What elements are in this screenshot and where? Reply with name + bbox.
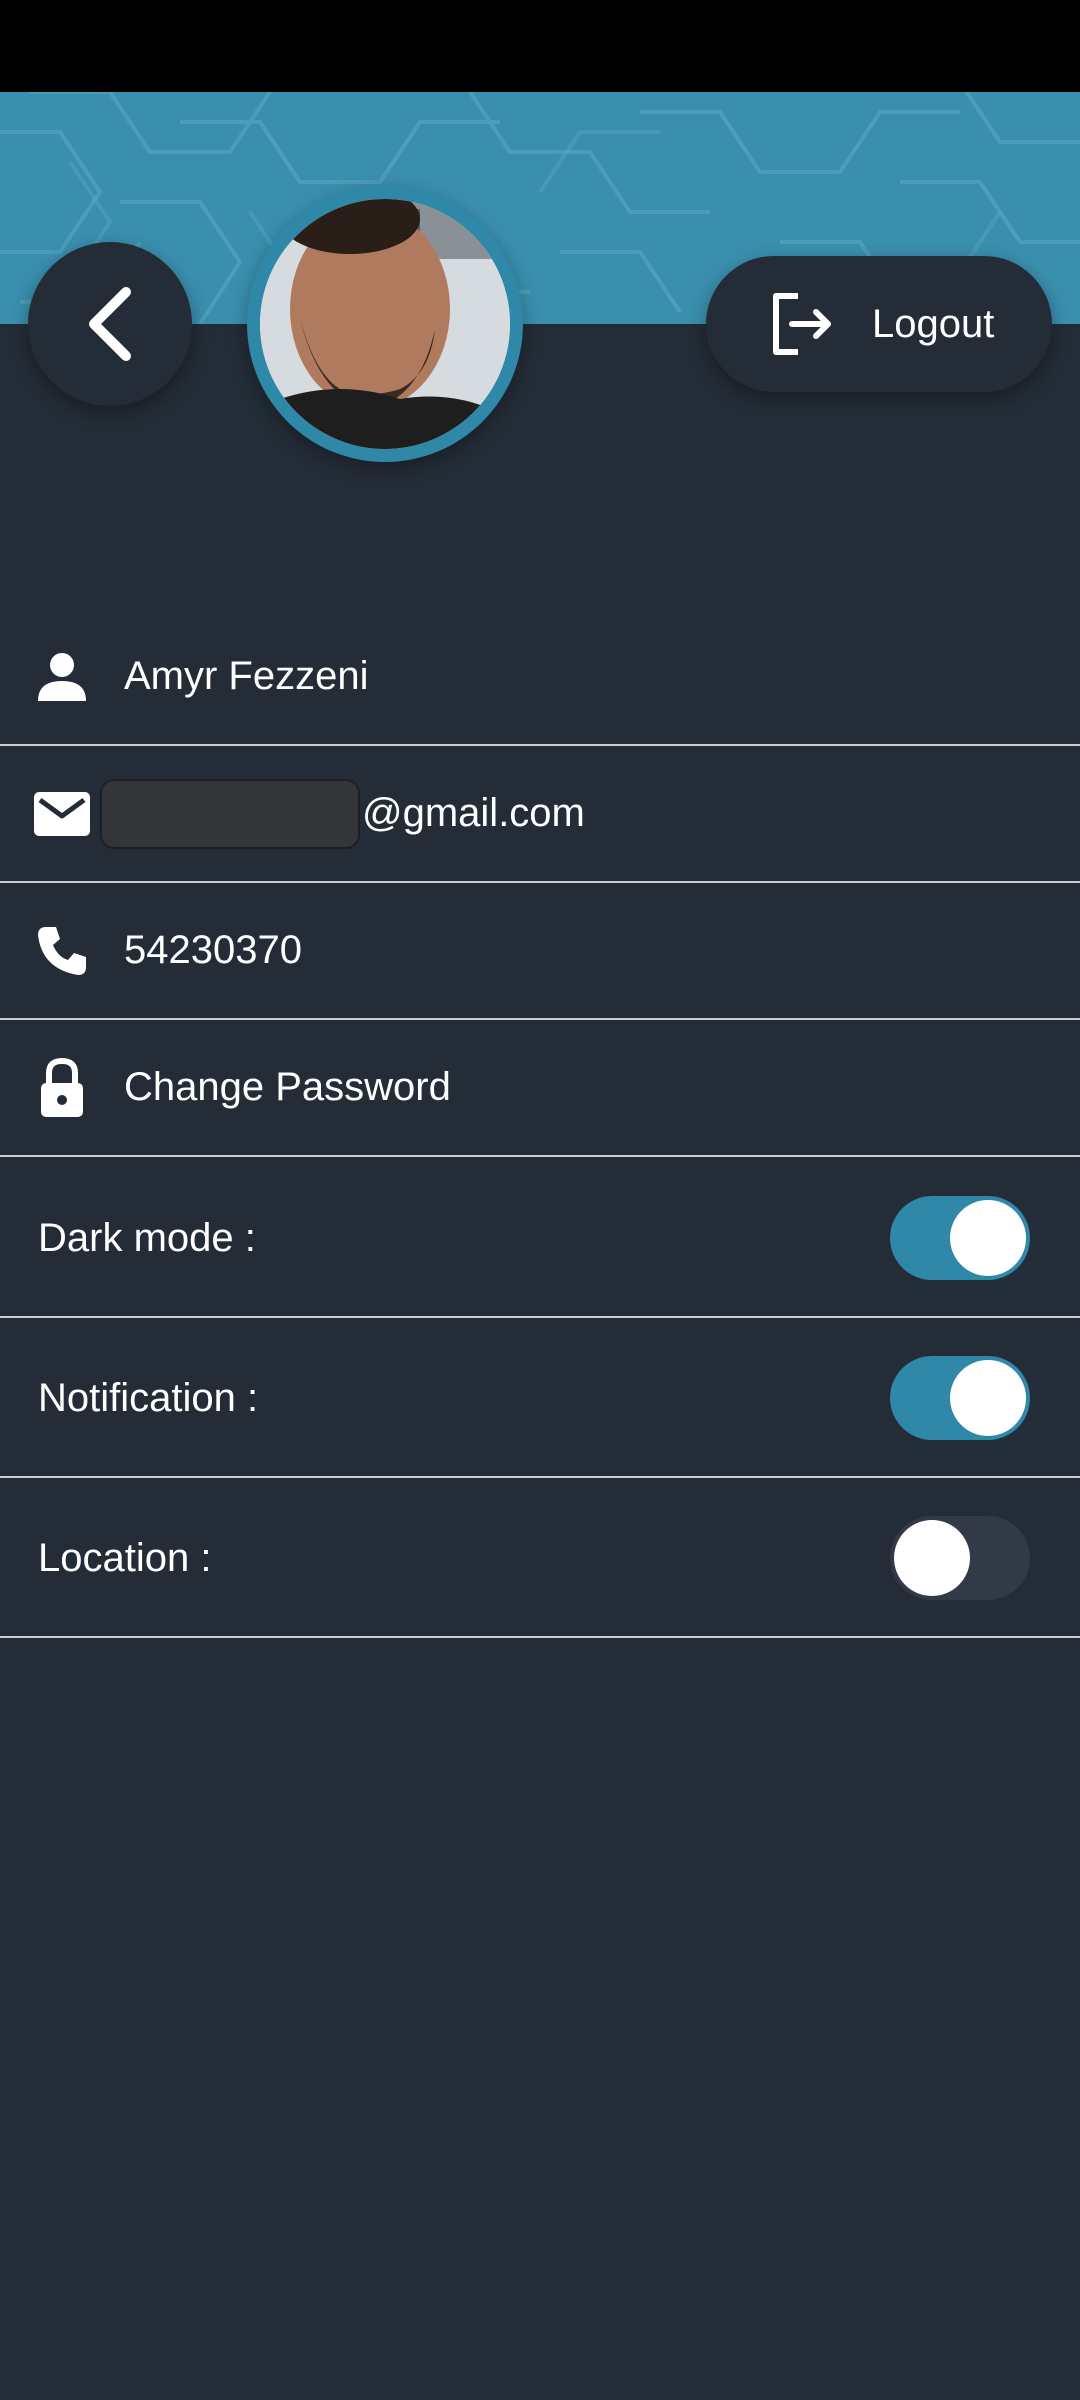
avatar-ring (247, 186, 523, 462)
toggle-knob (950, 1360, 1026, 1436)
change-password-label: Change Password (124, 1065, 451, 1109)
mail-icon (32, 784, 92, 844)
chevron-left-icon (89, 287, 131, 361)
logout-icon (773, 293, 831, 355)
avatar-photo (260, 199, 510, 449)
phone-row: 54230370 (0, 883, 1080, 1020)
notification-toggle[interactable] (890, 1356, 1030, 1440)
dark-mode-row: Dark mode : (0, 1158, 1080, 1318)
person-icon (32, 647, 92, 707)
lock-icon (32, 1057, 92, 1118)
email-domain: @gmail.com (362, 791, 585, 835)
toggle-knob (950, 1200, 1026, 1276)
location-row: Location : (0, 1478, 1080, 1638)
phone-number: 54230370 (124, 928, 302, 972)
phone-icon (32, 921, 92, 981)
dark-mode-label: Dark mode : (38, 1216, 256, 1260)
logout-button[interactable]: Logout (706, 256, 1052, 392)
change-password-row[interactable]: Change Password (0, 1020, 1080, 1157)
logout-label: Logout (872, 301, 995, 346)
toggle-knob (894, 1520, 970, 1596)
email-row: @gmail.com (0, 746, 1080, 883)
redacted-email-user (100, 778, 360, 849)
avatar[interactable] (260, 199, 510, 449)
notification-label: Notification : (38, 1376, 259, 1420)
location-label: Location : (38, 1536, 212, 1580)
back-button[interactable] (28, 242, 192, 406)
status-bar (0, 0, 1080, 92)
user-name: Amyr Fezzeni (124, 654, 369, 698)
notification-row: Notification : (0, 1318, 1080, 1478)
location-toggle[interactable] (890, 1516, 1030, 1600)
name-row: Amyr Fezzeni (0, 609, 1080, 746)
dark-mode-toggle[interactable] (890, 1196, 1030, 1280)
